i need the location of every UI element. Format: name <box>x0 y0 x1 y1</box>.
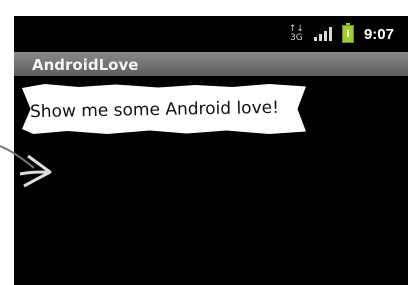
app-title: AndroidLove <box>32 56 139 74</box>
battery-charging-icon <box>341 23 354 43</box>
status-icons: ↑↓ 3G 9:07 <box>289 16 408 52</box>
signal-strength-icon <box>313 27 332 41</box>
network-type-label: 3G <box>290 33 303 43</box>
status-time: 9:07 <box>363 25 394 43</box>
network-3g-icon: ↑↓ 3G <box>289 25 304 43</box>
annotation-arrow-icon <box>0 145 52 188</box>
status-bar: ↑↓ 3G 9:07 <box>14 16 408 52</box>
app-title-bar: AndroidLove <box>14 52 408 76</box>
